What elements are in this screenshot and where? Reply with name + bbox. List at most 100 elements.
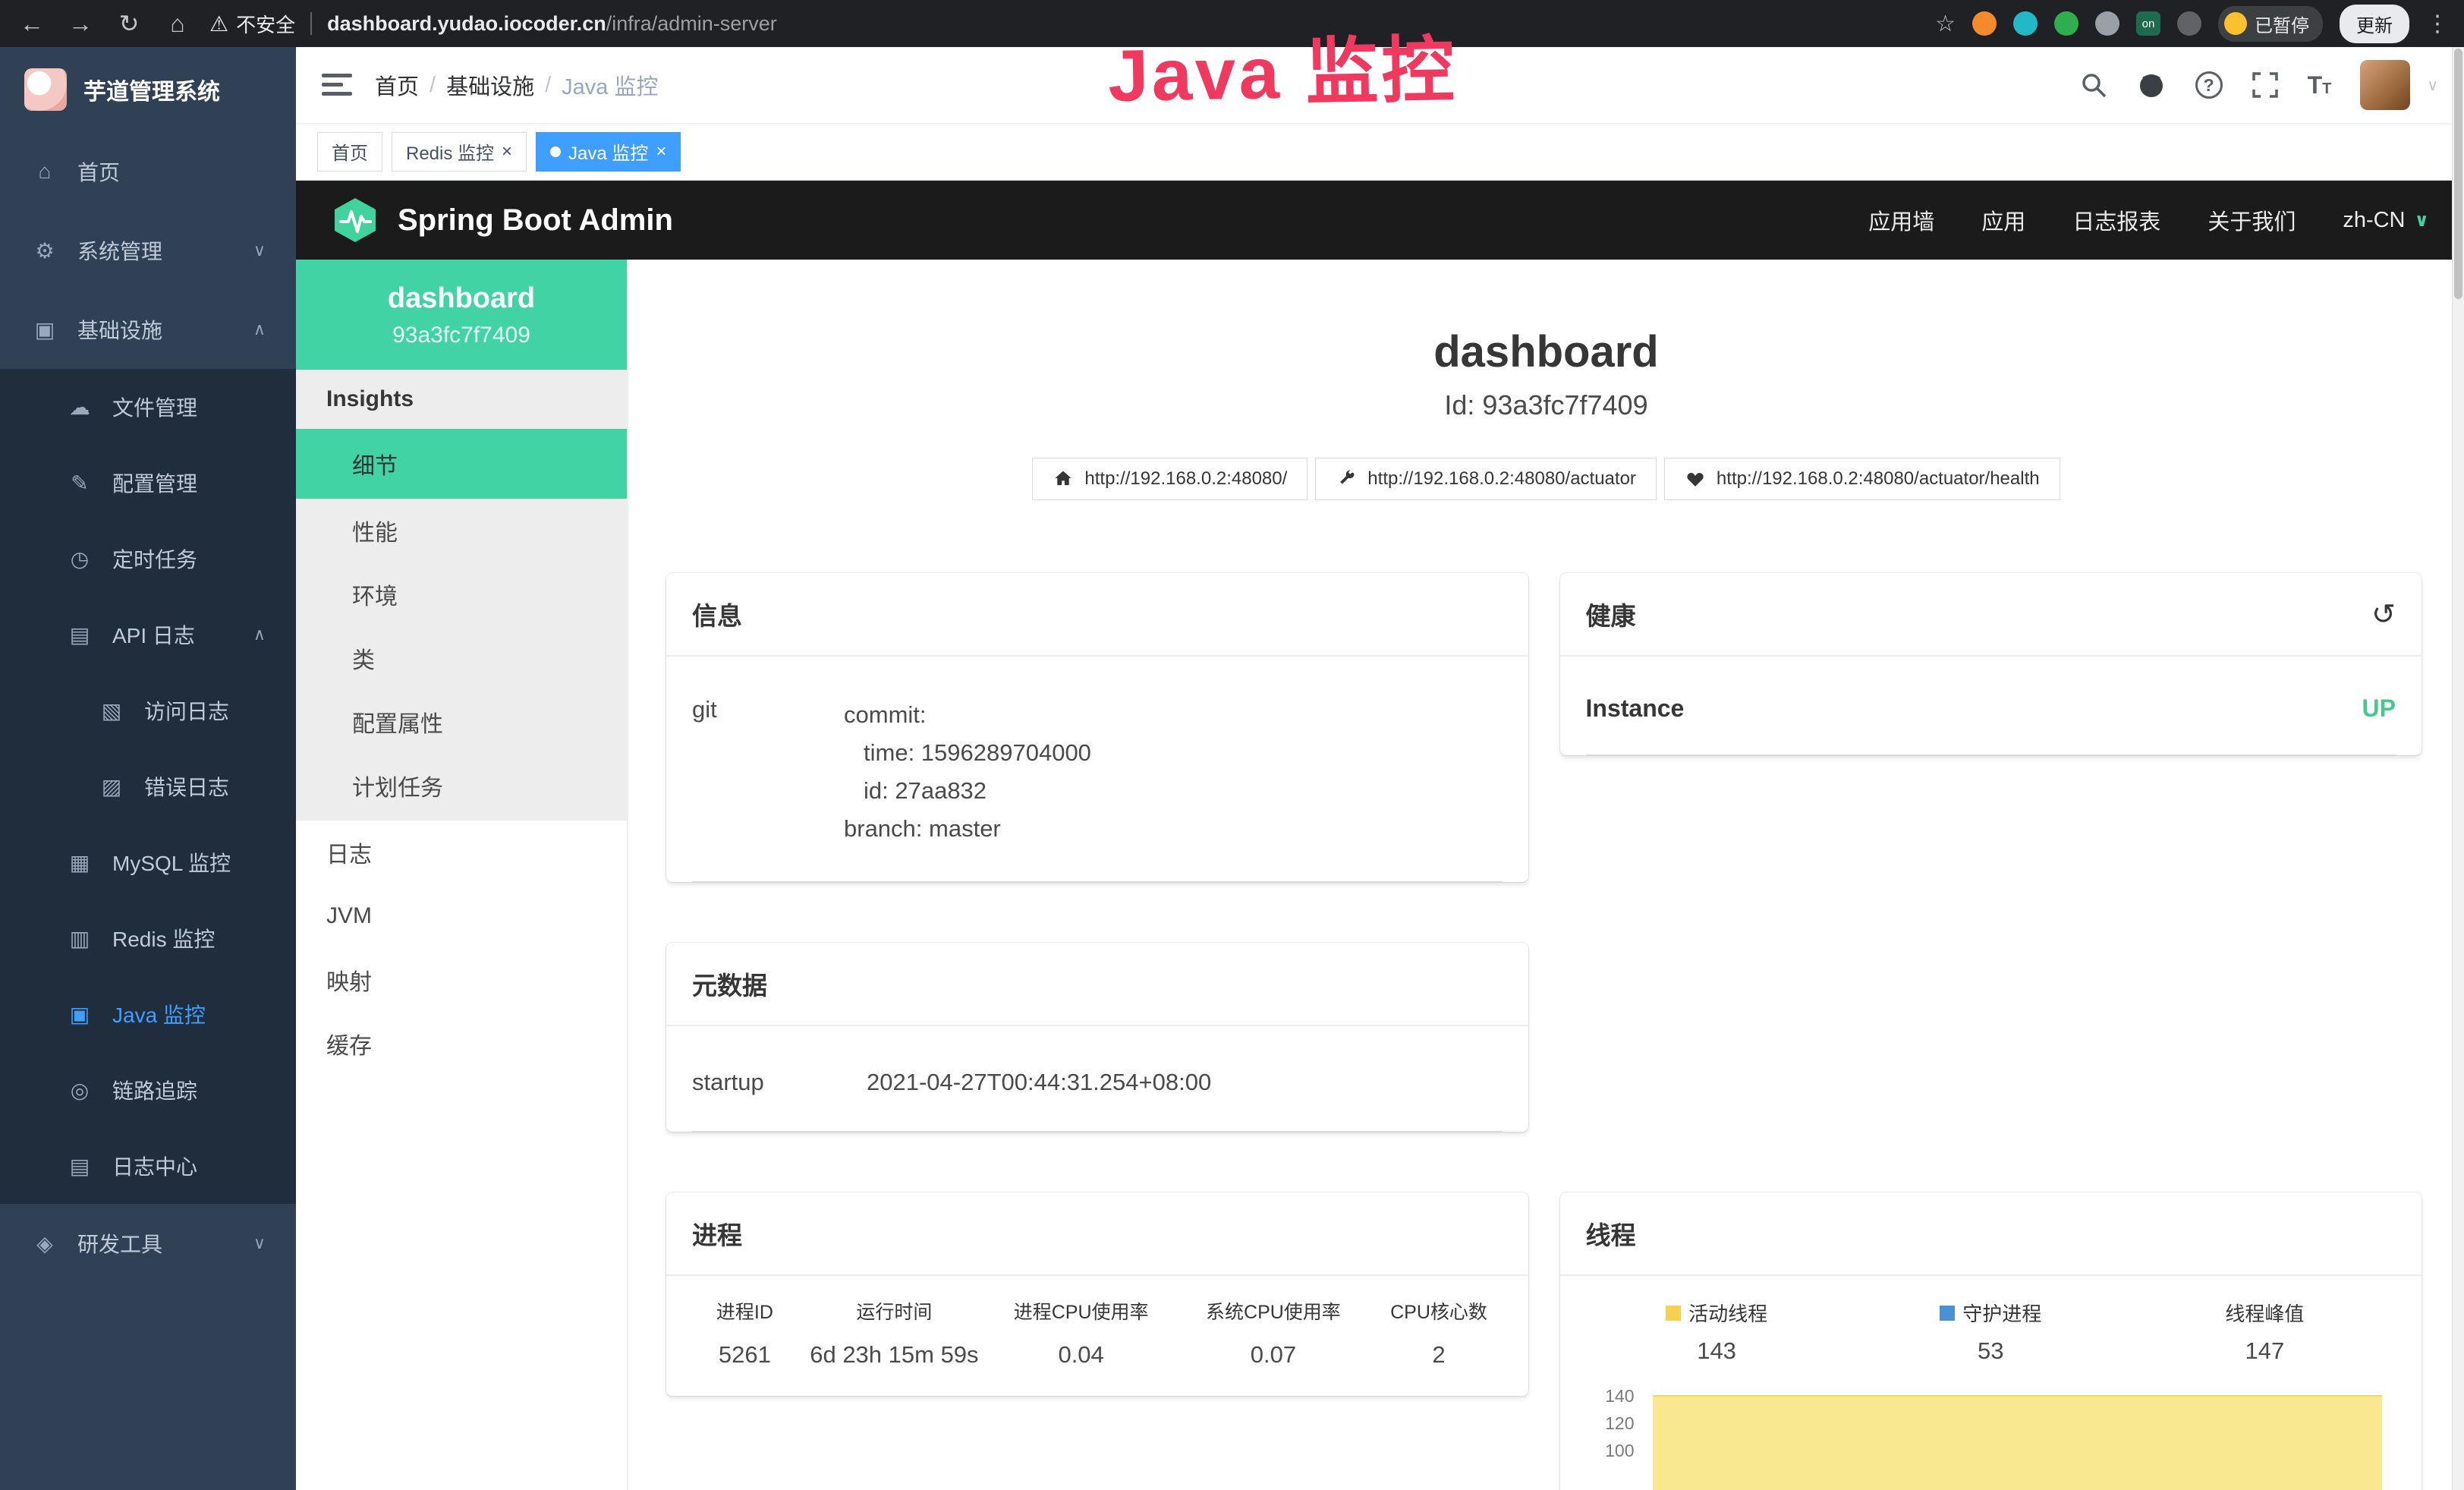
address-bar[interactable]: dashboard.yudao.iocoder.cn/infra/admin-s… [327,12,777,36]
close-icon[interactable]: × [502,141,512,162]
profile-paused-chip[interactable]: 已暂停 [2218,6,2323,42]
home-icon: ⌂ [30,159,59,184]
hamburger-icon[interactable] [322,72,352,98]
scrollbar[interactable] [2452,47,2464,1490]
back-icon[interactable]: ← [15,10,49,38]
app-title: 芋道管理系统 [83,73,220,106]
breadcrumb-home[interactable]: 首页 [375,69,419,101]
scrollbar-thumb[interactable] [2454,49,2462,299]
tab-home[interactable]: 首页 [317,132,382,172]
font-size-icon[interactable]: TT [2308,71,2332,99]
health-card-title: 健康 [1586,596,1636,632]
github-icon[interactable] [2136,70,2167,100]
git-id-line: id: 27aa832 [844,772,1091,810]
gear-icon: ⚙ [30,238,59,263]
sba-item-environment[interactable]: 环境 [296,562,627,626]
extension-on-badge[interactable]: on [2136,11,2160,36]
sba-nav-journal[interactable]: 日志报表 [2072,204,2160,236]
home-icon [1053,468,1074,490]
sba-item-jvm[interactable]: JVM [296,884,627,948]
sidebar-item-dev-tools[interactable]: ◈ 研发工具 ∨ [0,1204,296,1283]
tab-label: 首页 [332,138,368,165]
sba-nav-applications[interactable]: 应用 [1981,204,2025,236]
chevron-down-icon[interactable]: ∨ [2427,76,2438,95]
breadcrumb: 首页 / 基础设施 / Java 监控 [375,69,658,101]
sidebar-item-label: 访问日志 [144,695,229,726]
sba-main: dashboard Id: 93a3fc7f7409 http://192.16… [628,260,2464,1490]
sba-item-metrics[interactable]: 性能 [296,499,627,562]
sidebar-item-access-logs[interactable]: ▧ 访问日志 [0,673,296,748]
history-icon[interactable]: ↺ [2371,597,2396,632]
instance-link-health[interactable]: http://192.168.0.2:48080/actuator/health [1664,458,2060,500]
extension-icon[interactable] [2177,11,2201,36]
sidebar-item-log-center[interactable]: ▤ 日志中心 [0,1128,296,1204]
sidebar-item-error-logs[interactable]: ▨ 错误日志 [0,748,296,824]
sba-item-scheduled-tasks[interactable]: 计划任务 [296,754,627,817]
sidebar-item-trace[interactable]: ◎ 链路追踪 [0,1052,296,1128]
heart-icon [1685,468,1706,490]
sba-nav-about[interactable]: 关于我们 [2208,204,2296,236]
tab-redis-monitor[interactable]: Redis 监控 × [392,132,527,172]
sba-brand[interactable]: Spring Boot Admin [331,196,673,244]
insights-group: Insights 细节 性能 环境 类 配置属性 计划任务 [296,370,627,821]
extension-icon[interactable] [1972,11,1997,36]
sba-nav: 应用墙 应用 日志报表 关于我们 zh-CN ∨ [1868,204,2429,236]
breadcrumb-infrastructure[interactable]: 基础设施 [446,69,534,101]
sidebar-item-api-logs[interactable]: ▤ API 日志 ∧ [0,597,296,673]
sidebar-item-mysql-monitor[interactable]: ▦ MySQL 监控 [0,824,296,900]
sidebar-item-system-mgmt[interactable]: ⚙ 系统管理 ∨ [0,211,296,290]
process-uptime-value: 6d 23h 15m 59s [804,1341,985,1369]
instance-link-actuator[interactable]: http://192.168.0.2:48080/actuator [1315,458,1657,500]
sidebar-item-file-mgmt[interactable]: ☁ 文件管理 [0,369,296,445]
puzzle-extension-icon[interactable] [2095,11,2119,36]
sba-item-logs[interactable]: 日志 [296,821,627,884]
sidebar-item-scheduled-tasks[interactable]: ◷ 定时任务 [0,521,296,597]
reload-icon[interactable]: ↻ [112,9,146,38]
security-chip[interactable]: ⚠ 不安全 [209,10,295,38]
extension-icon[interactable] [2013,11,2038,36]
help-icon[interactable]: ? [2195,71,2223,99]
breadcrumb-separator: / [545,73,551,98]
sidebar-item-java-monitor[interactable]: ▣ Java 监控 [0,976,296,1052]
tags-view-bar: 首页 Redis 监控 × Java 监控 × [296,123,2464,181]
user-avatar[interactable] [2360,60,2410,110]
sidebar-item-label: 定时任务 [112,543,197,574]
paused-label: 已暂停 [2255,11,2309,37]
legend-label: 活动线程 [1688,1299,1767,1327]
sidebar-item-redis-monitor[interactable]: ▥ Redis 监控 [0,900,296,976]
sidebar-item-infrastructure[interactable]: ▣ 基础设施 ∧ [0,290,296,369]
close-icon[interactable]: × [656,141,666,162]
fullscreen-icon[interactable] [2252,71,2279,99]
browser-menu-icon[interactable]: ⋮ [2426,11,2449,37]
forward-icon[interactable]: → [64,10,97,38]
sba-language-select[interactable]: zh-CN ∨ [2343,208,2429,233]
y-axis-tick: 120 [1580,1413,1635,1434]
instance-link-home[interactable]: http://192.168.0.2:48080/ [1032,458,1308,500]
cpu-cores-value: 2 [1370,1341,1509,1369]
document-icon: ▤ [65,1154,94,1179]
sba-item-caches[interactable]: 缓存 [296,1012,627,1076]
update-button[interactable]: 更新 [2340,5,2409,43]
app-logo-row[interactable]: 芋道管理系统 [0,47,296,132]
sba-nav-wallboard[interactable]: 应用墙 [1868,204,1934,236]
sidebar-item-label: 首页 [77,156,120,187]
sba-item-config-props[interactable]: 配置属性 [296,690,627,754]
sba-instance-header[interactable]: dashboard 93a3fc7f7409 [296,260,627,370]
health-instance-row: Instance UP [1586,657,2396,755]
sba-item-details[interactable]: 细节 [296,429,627,499]
extension-icon[interactable] [2054,11,2079,36]
chevron-down-icon: ∨ [253,241,266,260]
sidebar-item-home[interactable]: ⌂ 首页 [0,132,296,211]
tab-java-monitor[interactable]: Java 监控 × [536,132,681,172]
instance-id: 93a3fc7f7409 [296,323,627,348]
spring-boot-admin: Spring Boot Admin 应用墙 应用 日志报表 关于我们 zh-CN… [296,181,2464,1490]
bookmark-star-icon[interactable]: ☆ [1935,11,1956,37]
sidebar-item-config-mgmt[interactable]: ✎ 配置管理 [0,445,296,521]
metadata-row-label: startup [692,1069,867,1096]
sba-item-mappings[interactable]: 映射 [296,948,627,1012]
insights-group-label: Insights [296,370,627,429]
search-icon[interactable] [2080,71,2107,99]
sba-item-classes[interactable]: 类 [296,626,627,690]
sidebar-item-label: 配置管理 [112,468,197,498]
home-icon[interactable]: ⌂ [161,10,194,38]
